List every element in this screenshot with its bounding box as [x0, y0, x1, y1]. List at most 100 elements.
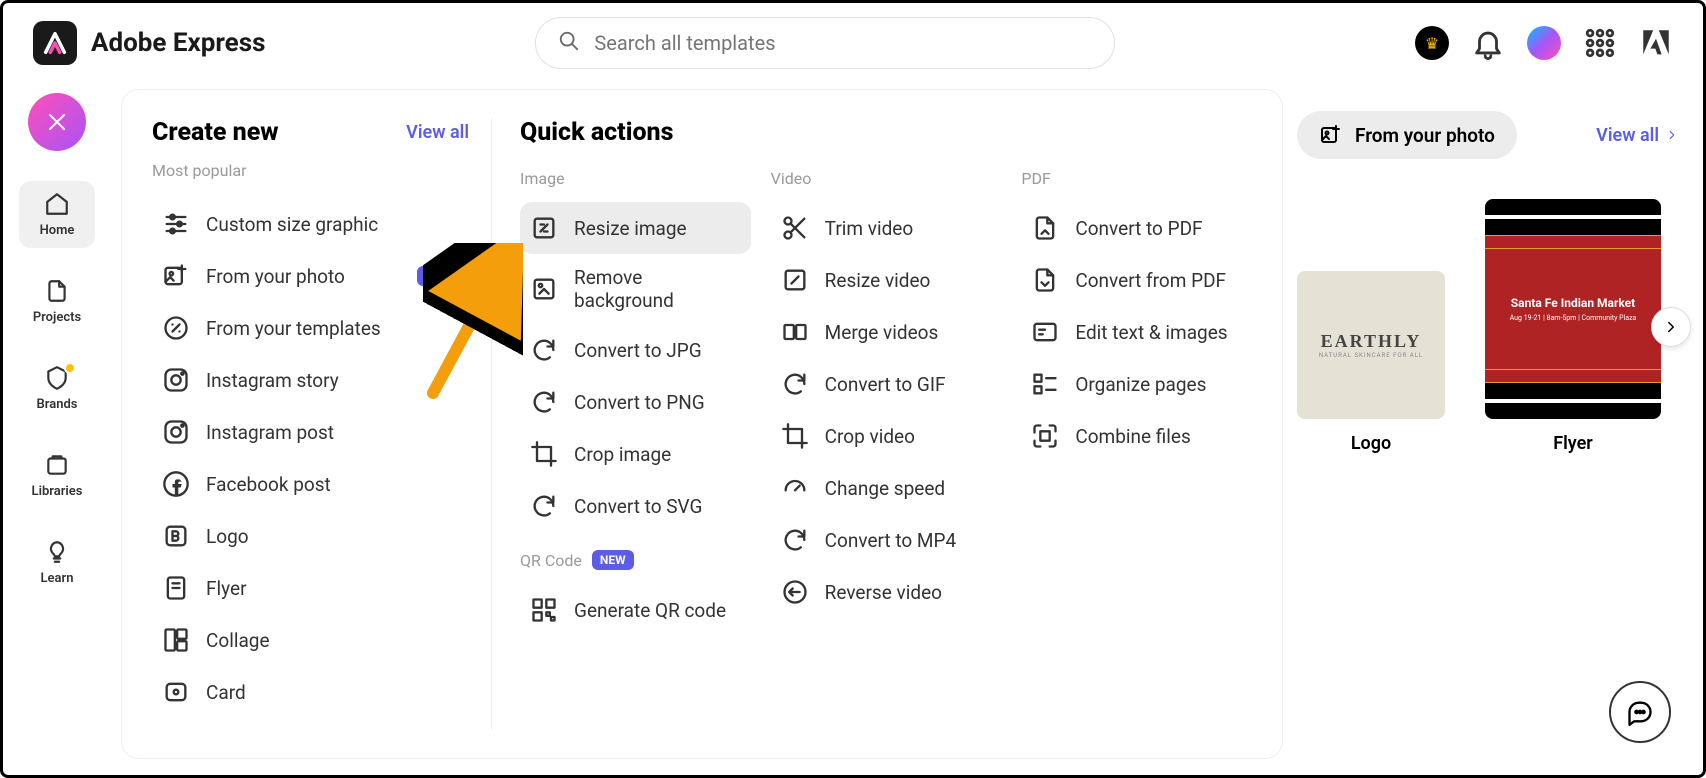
- brand-icon: [44, 365, 70, 391]
- sidebar-item-libraries[interactable]: Libraries: [19, 442, 95, 509]
- templates-icon: [162, 314, 190, 342]
- brand-name: Adobe Express: [91, 28, 265, 58]
- speed-icon: [781, 474, 809, 502]
- reverse-icon: [781, 578, 809, 606]
- qa-organize-pages[interactable]: Organize pages: [1021, 358, 1252, 410]
- create-item-from-photo[interactable]: From your photo NEW: [152, 250, 469, 302]
- create-item-card[interactable]: Card: [152, 666, 469, 718]
- qa-convert-to-pdf[interactable]: Convert to PDF: [1021, 202, 1252, 254]
- quick-actions-title: Quick actions: [520, 118, 1252, 147]
- merge-icon: [781, 318, 809, 346]
- avatar[interactable]: [1527, 26, 1561, 60]
- sidebar-item-label: Home: [40, 223, 75, 238]
- create-item-flyer[interactable]: Flyer: [152, 562, 469, 614]
- instagram-icon: [162, 418, 190, 446]
- file-icon: [44, 278, 70, 304]
- qa-convert-from-pdf[interactable]: Convert from PDF: [1021, 254, 1252, 306]
- new-badge: NEW: [417, 266, 459, 286]
- carousel-next-button[interactable]: [1651, 307, 1691, 347]
- sidebar-item-brands[interactable]: Brands: [19, 355, 95, 422]
- qa-convert-svg[interactable]: Convert to SVG: [520, 480, 751, 532]
- premium-crown-icon[interactable]: ♛: [1415, 26, 1449, 60]
- qa-crop-video[interactable]: Crop video: [771, 410, 1002, 462]
- create-item-custom-size[interactable]: Custom size graphic: [152, 198, 469, 250]
- facebook-icon: [162, 470, 190, 498]
- qa-generate-qr[interactable]: Generate QR code: [520, 584, 751, 636]
- search-icon: [558, 30, 580, 56]
- sidebar-item-label: Brands: [37, 397, 78, 412]
- qa-resize-image[interactable]: Resize image: [520, 202, 751, 254]
- thumb-logo-text: EARTHLY: [1321, 331, 1422, 352]
- sidebar-item-projects[interactable]: Projects: [19, 268, 95, 335]
- collage-icon: [162, 626, 190, 654]
- home-icon: [44, 191, 70, 217]
- adobe-icon[interactable]: [1639, 26, 1673, 60]
- create-item-collage[interactable]: Collage: [152, 614, 469, 666]
- new-badge: NEW: [592, 550, 634, 570]
- qa-group-pdf-label: PDF: [1021, 169, 1252, 188]
- create-item-from-templates[interactable]: From your templates: [152, 302, 469, 354]
- card-icon: [162, 678, 190, 706]
- search-field[interactable]: [535, 17, 1115, 69]
- resize-icon: [530, 214, 558, 242]
- search-input[interactable]: [594, 31, 1092, 55]
- create-item-facebook-post[interactable]: Facebook post: [152, 458, 469, 510]
- chat-fab[interactable]: [1609, 681, 1671, 743]
- lightbulb-icon: [44, 539, 70, 565]
- create-view-all-link[interactable]: View all: [406, 122, 469, 143]
- qa-change-speed[interactable]: Change speed: [771, 462, 1002, 514]
- convert-icon: [781, 370, 809, 398]
- sidebar-item-label: Libraries: [32, 484, 83, 499]
- qa-convert-png[interactable]: Convert to PNG: [520, 376, 751, 428]
- image-plus-icon: [162, 262, 190, 290]
- crop-icon: [781, 422, 809, 450]
- pdf-icon: [1031, 214, 1059, 242]
- flyer-icon: [162, 574, 190, 602]
- create-item-instagram-story[interactable]: Instagram story: [152, 354, 469, 406]
- qa-trim-video[interactable]: Trim video: [771, 202, 1002, 254]
- sidebar-item-learn[interactable]: Learn: [19, 529, 95, 596]
- qa-combine-files[interactable]: Combine files: [1021, 410, 1252, 462]
- app-grid-icon[interactable]: [1583, 26, 1617, 60]
- instagram-icon: [162, 366, 190, 394]
- edit-icon: [1031, 318, 1059, 346]
- combine-icon: [1031, 422, 1059, 450]
- sidebar-item-label: Projects: [33, 310, 81, 325]
- qr-icon: [530, 596, 558, 624]
- qa-crop-image[interactable]: Crop image: [520, 428, 751, 480]
- qa-reverse-video[interactable]: Reverse video: [771, 566, 1002, 618]
- create-fab[interactable]: [28, 93, 86, 151]
- create-item-logo[interactable]: Logo: [152, 510, 469, 562]
- crop-icon: [530, 440, 558, 468]
- bell-icon[interactable]: [1471, 26, 1505, 60]
- from-your-photo-pill[interactable]: From your photo: [1297, 111, 1517, 159]
- most-popular-label: Most popular: [152, 161, 469, 180]
- brand-block[interactable]: Adobe Express: [33, 21, 265, 65]
- qa-group-video-label: Video: [771, 169, 1002, 188]
- scissors-icon: [781, 214, 809, 242]
- image-plus-icon: [1319, 123, 1343, 147]
- create-item-instagram-post[interactable]: Instagram post: [152, 406, 469, 458]
- qa-resize-video[interactable]: Resize video: [771, 254, 1002, 306]
- qa-group-qr-label: QR Code: [520, 551, 582, 570]
- convert-icon: [530, 336, 558, 364]
- qa-group-image-label: Image: [520, 169, 751, 188]
- rail-view-all-link[interactable]: View all: [1596, 125, 1679, 146]
- convert-icon: [781, 526, 809, 554]
- qa-merge-videos[interactable]: Merge videos: [771, 306, 1002, 358]
- qa-edit-text-images[interactable]: Edit text & images: [1021, 306, 1252, 358]
- qa-convert-gif[interactable]: Convert to GIF: [771, 358, 1002, 410]
- qa-remove-background[interactable]: Remove background: [520, 254, 751, 324]
- sidebar-item-label: Learn: [41, 571, 74, 586]
- sidebar-item-home[interactable]: Home: [19, 181, 95, 248]
- qa-convert-jpg[interactable]: Convert to JPG: [520, 324, 751, 376]
- template-card-flyer[interactable]: Santa Fe Indian Market Aug 19-21 | 8am-5…: [1485, 199, 1661, 454]
- create-new-title: Create new: [152, 118, 279, 147]
- pdf-icon: [1031, 266, 1059, 294]
- qa-convert-mp4[interactable]: Convert to MP4: [771, 514, 1002, 566]
- convert-icon: [530, 492, 558, 520]
- template-card-logo[interactable]: EARTHLY NATURAL SKINCARE FOR ALL Logo: [1297, 271, 1445, 454]
- sliders-icon: [162, 210, 190, 238]
- logo-icon: [162, 522, 190, 550]
- remove-bg-icon: [530, 275, 558, 303]
